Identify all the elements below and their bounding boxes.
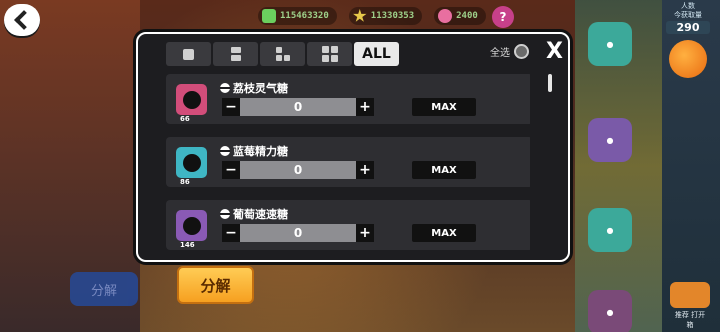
side-stat: 人数 今获取量 290: [666, 2, 710, 34]
candy-name-text: 蓝莓精力糖: [233, 145, 288, 158]
tab-single[interactable]: [166, 42, 211, 66]
decrement-button[interactable]: −: [222, 224, 240, 242]
filter-tabs: ALL: [166, 42, 399, 66]
side-stat-label: 人数: [681, 2, 695, 10]
ball-icon: [220, 146, 230, 156]
candy-level: 86: [180, 178, 190, 186]
quantity-stepper: − 0 +: [222, 161, 374, 179]
back-button[interactable]: [4, 4, 40, 36]
max-button[interactable]: MAX: [412, 224, 476, 242]
side-stat-sublabel: 今获取量: [674, 11, 702, 19]
candy-name-text: 葡萄速速糖: [233, 208, 288, 221]
monster-card[interactable]: ●: [588, 118, 632, 162]
side-stat-count: 290: [666, 21, 710, 34]
monster-icon: ●: [606, 39, 614, 49]
tab-three[interactable]: [260, 42, 305, 66]
pink-gem-icon: [438, 9, 453, 23]
tab-two[interactable]: [213, 42, 258, 66]
select-all-radio[interactable]: [514, 44, 529, 59]
candy-name: 蓝莓精力糖: [220, 143, 288, 159]
chevron-left-icon: [14, 10, 34, 30]
gold-star-icon: [353, 9, 367, 22]
tab-all[interactable]: ALL: [354, 42, 399, 66]
max-button[interactable]: MAX: [412, 98, 476, 116]
list-item: 146 葡萄速速糖 − 0 + MAX: [166, 200, 530, 250]
monster-icon: ●: [606, 307, 614, 317]
decrement-button[interactable]: −: [222, 161, 240, 179]
candy-level: 66: [180, 115, 190, 123]
currency-amount: 2400: [456, 11, 478, 21]
candy-list: 66 荔枝灵气糖 − 0 + MAX 86 蓝莓精力糖 − 0 + MAX 14…: [166, 74, 530, 254]
candy-select-modal: ALL 全选 X 66 荔枝灵气糖 − 0 + MAX 86 蓝莓精力糖 − 0…: [136, 32, 570, 262]
green-diamond-icon: [262, 9, 276, 23]
tab-four[interactable]: [307, 42, 352, 66]
side-bottom-label: 推荐 打开箱: [674, 311, 706, 329]
decrement-button[interactable]: −: [222, 98, 240, 116]
monster-card[interactable]: ●: [588, 208, 632, 252]
list-item: 66 荔枝灵气糖 − 0 + MAX: [166, 74, 530, 124]
candy-thumbnail: 86: [176, 147, 207, 186]
ball-icon: [220, 83, 230, 93]
scrollbar-thumb[interactable]: [548, 74, 552, 92]
candy-name-text: 荔枝灵气糖: [233, 82, 288, 95]
side-bottom-button[interactable]: [670, 282, 710, 308]
ball-icon: [220, 209, 230, 219]
monster-card[interactable]: ●: [588, 22, 632, 66]
candy-thumbnail: 66: [176, 84, 207, 123]
currency-amount: 115463320: [280, 11, 329, 21]
currency-bar: 115463320 11330353 2400: [258, 6, 486, 26]
candy-thumbnail: 146: [176, 210, 207, 249]
candy-name: 荔枝灵气糖: [220, 80, 288, 96]
increment-button[interactable]: +: [356, 224, 374, 242]
two-stack-icon: [230, 47, 241, 61]
quantity-value[interactable]: 0: [240, 224, 356, 242]
monster-icon: ●: [606, 225, 614, 235]
background-blue-button: 分解: [70, 272, 138, 306]
single-square-icon: [183, 48, 194, 60]
currency-diamond: 115463320: [258, 7, 337, 25]
candy-level: 146: [180, 241, 195, 249]
increment-button[interactable]: +: [356, 161, 374, 179]
four-grid-icon: [321, 46, 338, 62]
quantity-value[interactable]: 0: [240, 98, 356, 116]
currency-gem: 2400: [434, 7, 486, 25]
candy-name: 葡萄速速糖: [220, 206, 288, 222]
quantity-value[interactable]: 0: [240, 161, 356, 179]
orange-orb-button[interactable]: [669, 40, 707, 78]
quantity-stepper: − 0 +: [222, 224, 374, 242]
monster-face-icon: [182, 90, 201, 109]
select-all[interactable]: 全选: [490, 44, 529, 59]
max-button[interactable]: MAX: [412, 161, 476, 179]
close-button[interactable]: X: [546, 40, 563, 64]
monster-face-icon: [182, 216, 201, 235]
split-button[interactable]: 分解: [177, 266, 254, 304]
quantity-stepper: − 0 +: [222, 98, 374, 116]
increment-button[interactable]: +: [356, 98, 374, 116]
monster-icon: ●: [606, 135, 614, 145]
list-scrollbar[interactable]: [548, 74, 552, 254]
monster-face-icon: [182, 153, 201, 172]
three-block-icon: [275, 47, 290, 61]
list-item: 86 蓝莓精力糖 − 0 + MAX: [166, 137, 530, 187]
help-button[interactable]: ?: [492, 6, 514, 28]
select-all-label: 全选: [490, 48, 510, 59]
currency-star: 11330353: [348, 7, 423, 25]
currency-amount: 11330353: [370, 11, 415, 21]
monster-card[interactable]: ●: [588, 290, 632, 332]
